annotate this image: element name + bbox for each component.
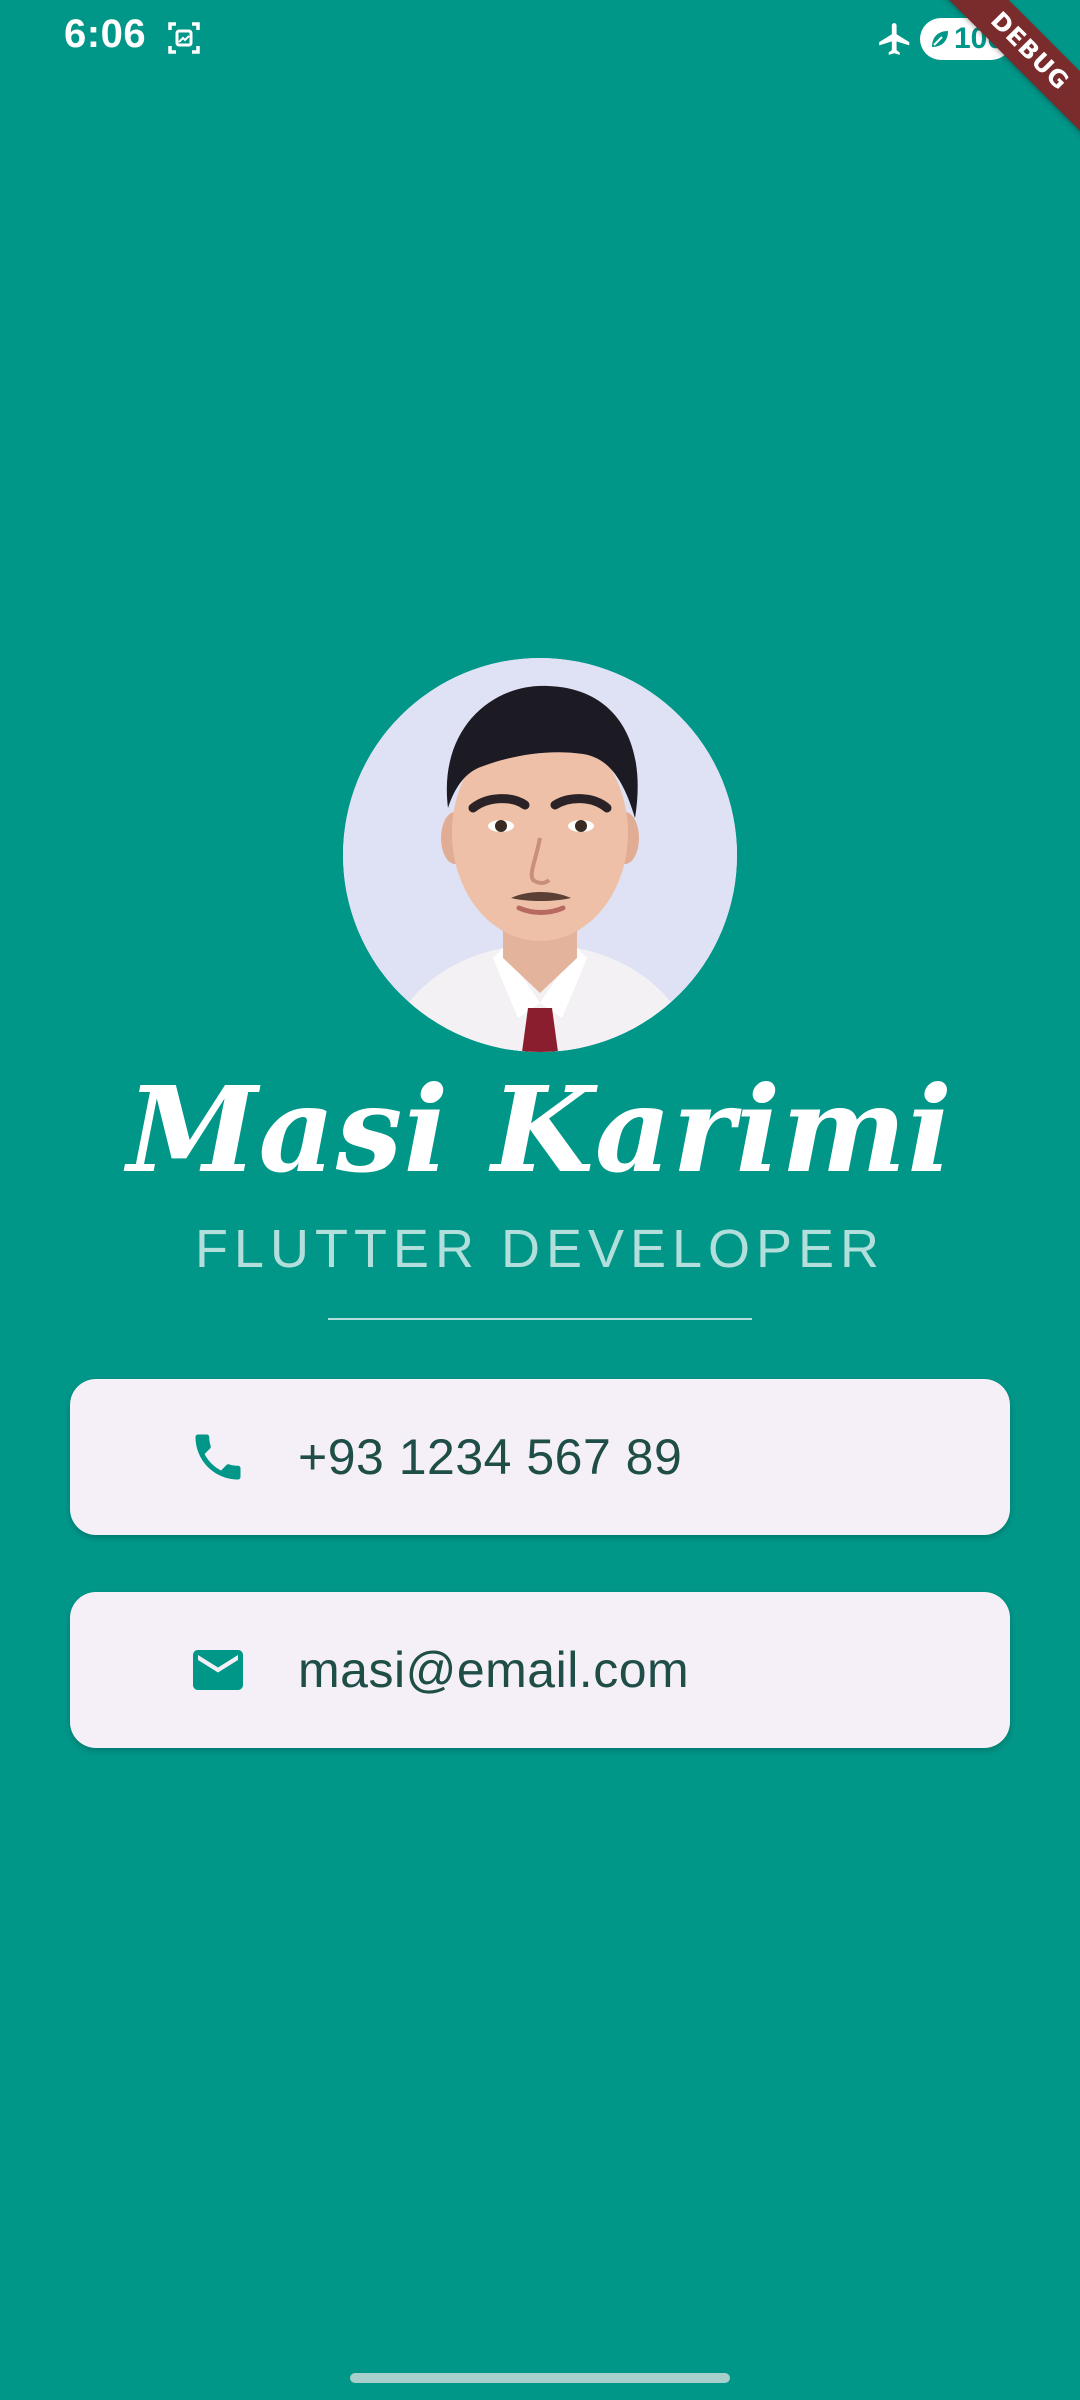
profile-name: Masi Karimi bbox=[126, 1060, 954, 1199]
gesture-bar[interactable] bbox=[350, 2373, 730, 2383]
phone-icon bbox=[188, 1427, 248, 1487]
phone-number: +93 1234 567 89 bbox=[298, 1429, 683, 1485]
phone-card[interactable]: +93 1234 567 89 bbox=[70, 1379, 1010, 1535]
email-card[interactable]: masi@email.com bbox=[70, 1592, 1010, 1748]
divider bbox=[328, 1318, 752, 1320]
mail-icon bbox=[188, 1640, 248, 1700]
airplane-icon bbox=[876, 20, 914, 58]
screenshot-icon bbox=[164, 18, 204, 58]
status-bar: 6:06 100 bbox=[0, 0, 1080, 80]
email-address: masi@email.com bbox=[298, 1642, 690, 1698]
battery-saver-icon bbox=[928, 27, 952, 51]
avatar bbox=[343, 658, 737, 1052]
profile-title: FLUTTER DEVELOPER bbox=[194, 1219, 886, 1279]
status-time: 6:06 bbox=[64, 12, 147, 56]
